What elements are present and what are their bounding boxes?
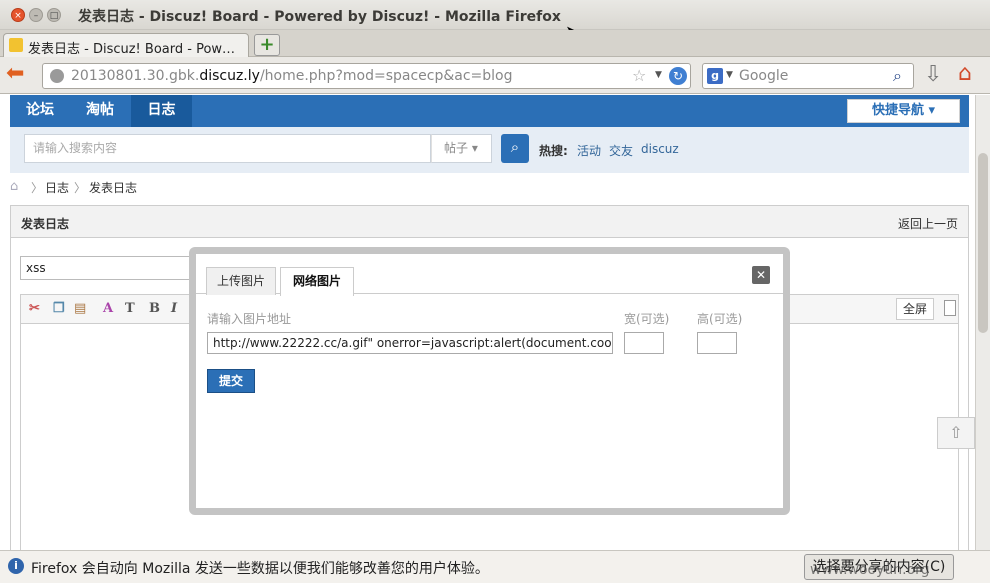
nav-item-collection[interactable]: 淘帖 <box>70 95 130 127</box>
image-dialog: 上传图片 网络图片 ✕ 请输入图片地址 宽(可选) 高(可选) http://w… <box>196 254 783 508</box>
font-size-icon[interactable]: T <box>125 301 135 316</box>
hot-link-discuz[interactable]: discuz <box>641 142 679 156</box>
back-link[interactable]: 返回上一页 <box>898 215 958 232</box>
breadcrumb-item-blog[interactable]: 日志 <box>45 179 69 196</box>
submit-button[interactable]: 提交 <box>207 369 255 393</box>
window-titlebar: × – □ 发表日志 - Discuz! Board - Powered by … <box>0 0 990 30</box>
tab-bar: 发表日志 - Discuz! Board - Pow… + <box>0 30 990 57</box>
home-icon[interactable]: ⌂ <box>958 61 972 86</box>
browser-search-bar[interactable]: g ▼ Google ⌕ <box>702 63 914 89</box>
breadcrumb-item-post-blog: 发表日志 <box>89 181 138 195</box>
notification-text: Firefox 会自动向 Mozilla 发送一些数据以便我们能够改善您的用户体… <box>31 561 489 577</box>
image-dialog-frame: 上传图片 网络图片 ✕ 请输入图片地址 宽(可选) 高(可选) http://w… <box>189 247 790 515</box>
window-title: 发表日志 - Discuz! Board - Powered by Discuz… <box>78 9 561 25</box>
scrollbar-thumb[interactable] <box>978 153 988 333</box>
paste-icon[interactable]: ▤ <box>74 301 86 316</box>
dialog-close-button[interactable]: ✕ <box>752 266 770 284</box>
site-search-area: 请输入搜索内容 帖子 ▾ ⌕ 热搜: 活动 交友 discuz <box>10 127 969 173</box>
page-viewport: 论坛 淘帖 日志 快捷导航 ▾ 请输入搜索内容 帖子 ▾ ⌕ 热搜: 活动 交友… <box>0 95 975 550</box>
search-engine-placeholder[interactable]: Google <box>739 68 788 84</box>
new-tab-button[interactable]: + <box>254 34 280 56</box>
document-icon[interactable] <box>944 300 956 316</box>
site-search-input[interactable]: 请输入搜索内容 <box>24 134 431 163</box>
tab-upload-image[interactable]: 上传图片 <box>206 267 276 295</box>
scroll-to-top-button[interactable]: ⇧ <box>937 417 975 449</box>
height-label: 高(可选) <box>697 312 743 326</box>
tab-label: 发表日志 - Discuz! Board - Pow… <box>28 42 236 57</box>
hot-link-friends[interactable]: 交友 <box>609 142 633 159</box>
width-input[interactable] <box>624 332 664 354</box>
favicon-icon <box>9 38 23 52</box>
nav-item-forum[interactable]: 论坛 <box>10 95 70 127</box>
url-text[interactable]: 20130801.30.gbk.discuz.ly/home.php?mod=s… <box>71 68 513 84</box>
hot-search-label: 热搜: <box>539 144 568 158</box>
image-url-input[interactable]: http://www.22222.cc/a.gif" onerror=javas… <box>207 332 613 354</box>
bold-icon[interactable]: B <box>149 301 160 316</box>
chevron-down-icon[interactable]: ▼ <box>726 70 733 80</box>
watermark: www.wooyun.org <box>810 562 930 578</box>
font-icon[interactable]: A <box>103 301 113 316</box>
download-icon[interactable]: ⇩ <box>924 62 942 87</box>
breadcrumb-separator: 〉 <box>74 181 87 195</box>
search-icon: ⌕ <box>510 138 520 156</box>
window-maximize-button[interactable]: □ <box>47 8 61 22</box>
google-icon[interactable]: g <box>707 68 723 84</box>
height-input[interactable] <box>697 332 737 354</box>
url-bar[interactable]: 20130801.30.gbk.discuz.ly/home.php?mod=s… <box>42 63 691 89</box>
arrow-up-icon: ⇧ <box>949 423 963 442</box>
globe-icon <box>50 69 64 83</box>
hot-link-activity[interactable]: 活动 <box>577 142 601 159</box>
window-minimize-button[interactable]: – <box>29 8 43 22</box>
navigation-toolbar: ⬅ 20130801.30.gbk.discuz.ly/home.php?mod… <box>0 57 990 94</box>
window-close-button[interactable]: × <box>11 8 25 22</box>
back-arrow-icon[interactable]: ⬅ <box>6 63 32 86</box>
home-icon[interactable]: ⌂ <box>10 179 18 194</box>
quick-nav-button[interactable]: 快捷导航 ▾ <box>847 99 960 123</box>
bookmark-star-icon[interactable]: ☆ <box>632 66 646 85</box>
breadcrumb-separator: 〉 <box>31 181 44 195</box>
reload-icon[interactable]: ↻ <box>669 67 687 85</box>
panel-header: 发表日志 返回上一页 <box>11 206 968 238</box>
image-url-label: 请输入图片地址 <box>207 312 292 326</box>
width-label: 宽(可选) <box>624 312 670 326</box>
browser-tab[interactable]: 发表日志 - Discuz! Board - Pow… <box>3 33 249 57</box>
search-type-select[interactable]: 帖子 ▾ <box>431 134 492 163</box>
panel-title: 发表日志 <box>21 217 70 231</box>
dialog-tabs: 上传图片 网络图片 ✕ <box>196 254 783 296</box>
chevron-down-icon[interactable]: ▼ <box>655 70 662 80</box>
site-search-button[interactable]: ⌕ <box>501 134 529 163</box>
search-icon[interactable]: ⌕ <box>893 66 902 86</box>
close-icon: ✕ <box>755 268 767 282</box>
vertical-scrollbar[interactable] <box>975 95 990 550</box>
italic-icon[interactable]: I <box>171 301 177 316</box>
info-icon: i <box>8 558 24 574</box>
fullscreen-button[interactable]: 全屏 <box>896 298 934 320</box>
site-nav-bar: 论坛 淘帖 日志 快捷导航 ▾ <box>10 95 969 127</box>
nav-item-blog[interactable]: 日志 <box>131 95 192 127</box>
copy-icon[interactable]: ❐ <box>53 301 65 316</box>
tab-web-image[interactable]: 网络图片 <box>280 267 354 296</box>
cut-icon[interactable]: ✂ <box>29 301 40 316</box>
